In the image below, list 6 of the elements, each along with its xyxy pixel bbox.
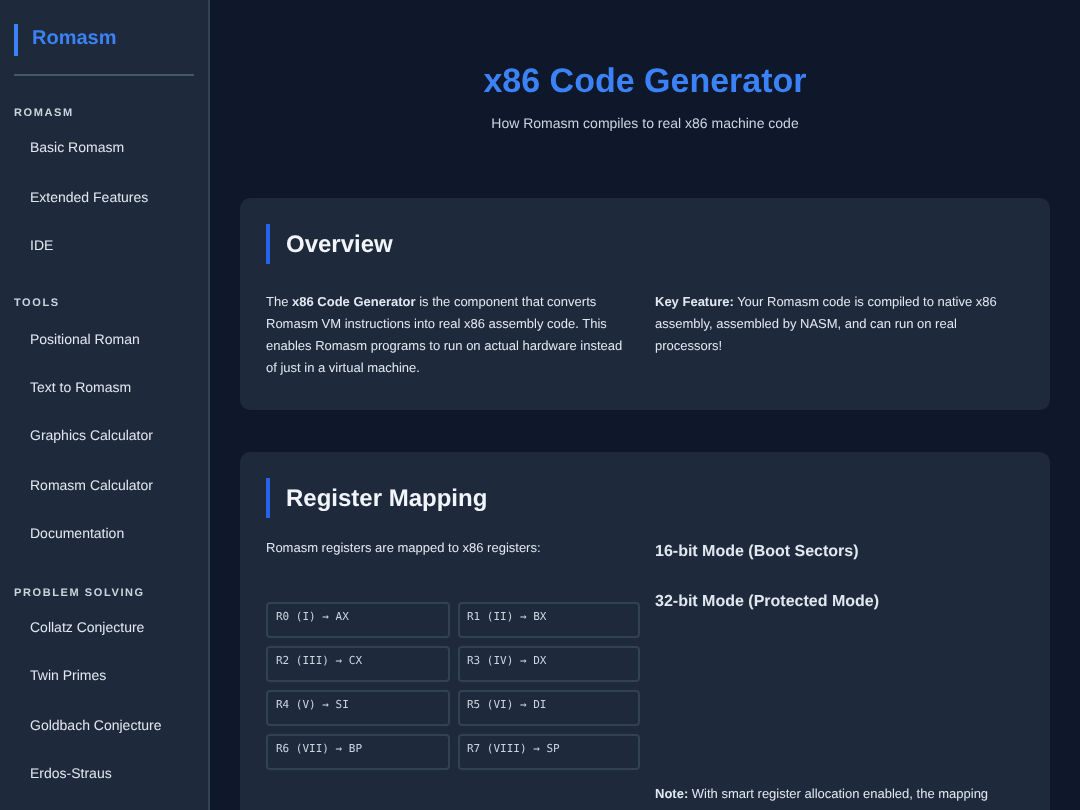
mode-heading: 32-bit Mode (Protected Mode) [655,589,882,614]
section-heading: Register Mapping [266,477,1024,518]
page-title: x86 Code Generator [483,60,807,103]
section-heading: Overview [266,223,1024,264]
sidebar-logo[interactable]: Romasm [14,24,196,56]
mode-heading: 16-bit Mode (Boot Sectors) [655,539,861,564]
